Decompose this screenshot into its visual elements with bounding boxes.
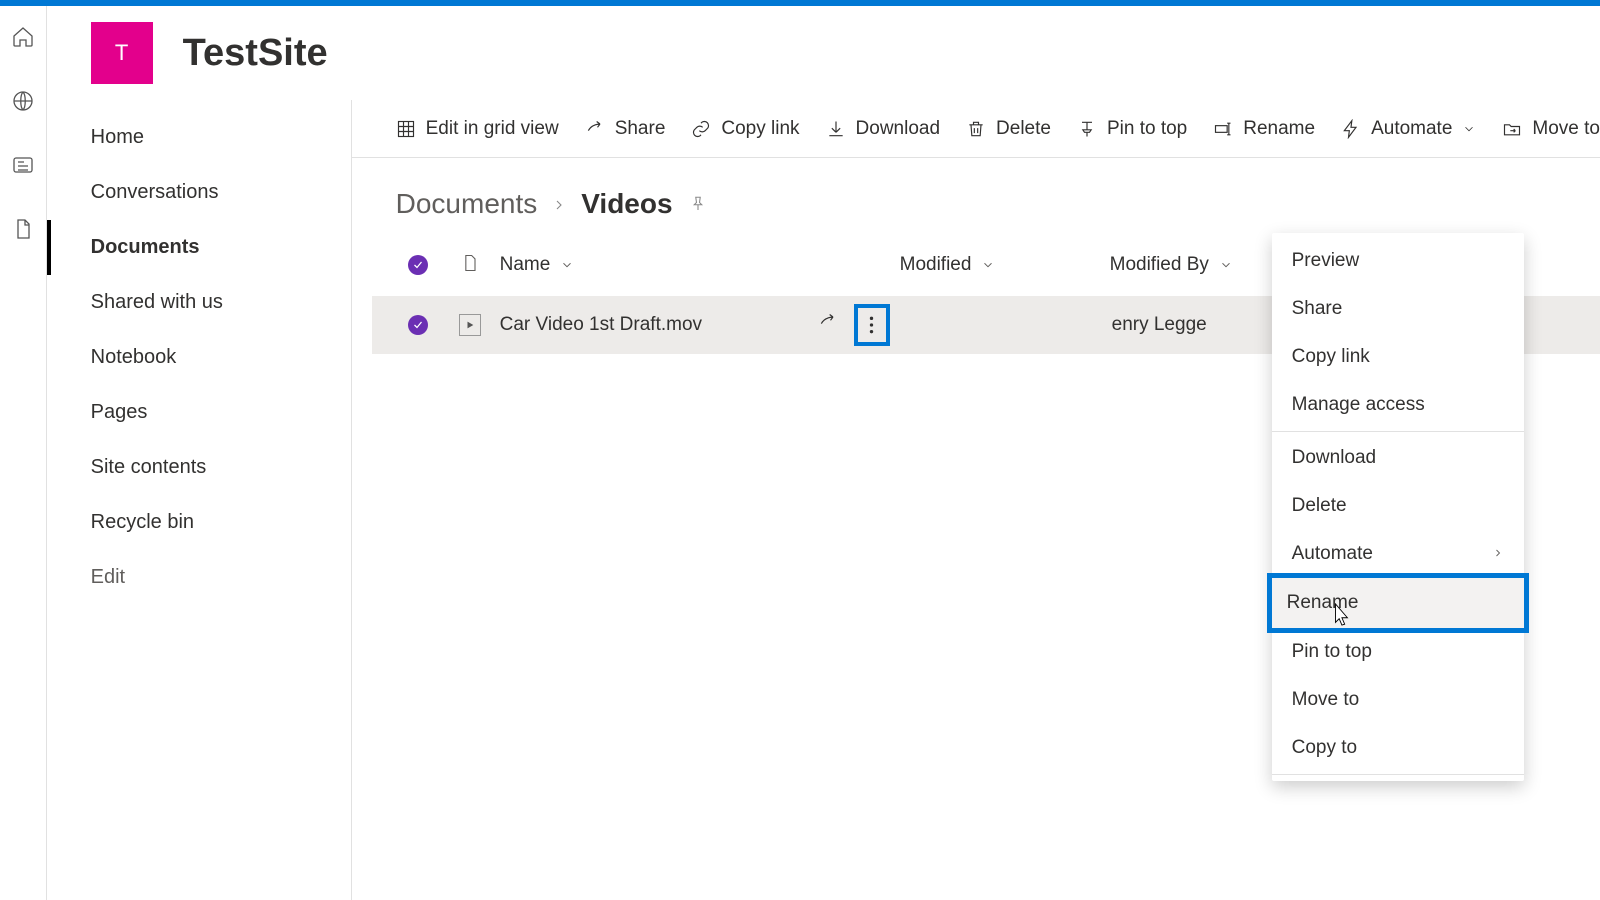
breadcrumb-root[interactable]: Documents [396,188,538,220]
menu-delete[interactable]: Delete [1272,482,1524,530]
row-more-button[interactable] [854,304,890,346]
menu-manage-access[interactable]: Manage access [1272,381,1524,429]
menu-pin-top-label: Pin to top [1292,641,1372,663]
cmd-delete[interactable]: Delete [966,118,1051,140]
cmd-automate[interactable]: Automate [1341,118,1476,140]
menu-share[interactable]: Share [1272,285,1524,333]
cmd-automate-label: Automate [1371,118,1452,140]
cmd-delete-label: Delete [996,118,1051,140]
command-bar: Edit in grid view Share Copy link Downlo… [352,100,1600,158]
globe-icon[interactable] [10,88,36,114]
cmd-download-label: Download [856,118,941,140]
menu-share-label: Share [1292,298,1343,320]
cmd-copy-link-label: Copy link [721,118,799,140]
sidenav-item-home[interactable]: Home [47,110,351,165]
video-file-icon [459,314,481,336]
chevron-down-icon [981,258,995,272]
cmd-download[interactable]: Download [826,118,941,140]
cmd-edit-grid[interactable]: Edit in grid view [396,118,559,140]
sidenav-item-pages[interactable]: Pages [47,385,351,440]
site-logo[interactable]: T [91,22,153,84]
site-header: T TestSite [47,6,1600,100]
menu-copy-to[interactable]: Copy to [1272,724,1524,772]
menu-copy-to-label: Copy to [1292,737,1357,759]
context-menu: Preview Share Copy link Manage access Do… [1272,233,1524,781]
home-icon[interactable] [10,24,36,50]
cmd-move-to[interactable]: Move to [1502,118,1600,140]
side-navigation: Home Conversations Documents Shared with… [47,100,351,900]
chevron-right-icon [1492,543,1504,565]
sidenav-item-notebook[interactable]: Notebook [47,330,351,385]
sidenav-item-recyclebin[interactable]: Recycle bin [47,495,351,550]
menu-move-to[interactable]: Move to [1272,676,1524,724]
menu-download-label: Download [1292,447,1377,469]
cmd-edit-grid-label: Edit in grid view [426,118,559,140]
breadcrumb-current: Videos [581,188,672,220]
column-modified[interactable]: Modified [900,254,1110,276]
menu-manage-access-label: Manage access [1292,394,1425,416]
cmd-rename[interactable]: Rename [1213,118,1315,140]
row-select-checkbox[interactable] [408,315,428,335]
cmd-rename-label: Rename [1243,118,1315,140]
chevron-down-icon [560,258,574,272]
select-all-checkbox[interactable] [408,255,428,275]
menu-automate[interactable]: Automate [1272,530,1524,578]
cmd-share[interactable]: Share [585,118,666,140]
menu-delete-label: Delete [1292,495,1347,517]
menu-move-to-label: Move to [1292,689,1360,711]
app-rail [0,6,47,900]
menu-copy-link-label: Copy link [1292,346,1370,368]
chevron-down-icon [1219,258,1233,272]
menu-rename-label: Rename [1287,592,1359,614]
column-modifiedby-label: Modified By [1110,254,1209,276]
menu-automate-label: Automate [1292,543,1373,565]
menu-preview[interactable]: Preview [1272,237,1524,285]
cmd-pin-top-label: Pin to top [1107,118,1187,140]
cmd-share-label: Share [615,118,666,140]
site-title[interactable]: TestSite [183,32,328,75]
column-modified-label: Modified [900,254,972,276]
menu-download[interactable]: Download [1272,434,1524,482]
menu-preview-label: Preview [1292,250,1360,272]
sidenav-item-sitecontents[interactable]: Site contents [47,440,351,495]
column-name[interactable]: Name [500,254,900,276]
menu-separator [1272,431,1524,432]
sidenav-item-shared[interactable]: Shared with us [47,275,351,330]
sidenav-edit-link[interactable]: Edit [47,550,351,605]
menu-pin-top[interactable]: Pin to top [1272,628,1524,676]
sidenav-item-documents[interactable]: Documents [47,220,351,275]
menu-rename[interactable]: Rename [1267,573,1529,633]
sidenav-item-conversations[interactable]: Conversations [47,165,351,220]
row-share-icon[interactable] [818,312,838,338]
chevron-right-icon [551,188,567,220]
menu-separator [1272,774,1524,775]
menu-copy-link[interactable]: Copy link [1272,333,1524,381]
column-name-label: Name [500,254,551,276]
cmd-pin-top[interactable]: Pin to top [1077,118,1187,140]
file-icon[interactable] [10,216,36,242]
news-icon[interactable] [10,152,36,178]
cmd-copy-link[interactable]: Copy link [691,118,799,140]
filetype-column-icon[interactable] [460,253,480,278]
breadcrumb-pin-icon[interactable] [687,188,707,220]
breadcrumb: Documents Videos [352,158,1600,234]
cmd-move-to-label: Move to [1532,118,1600,140]
row-file-name[interactable]: Car Video 1st Draft.mov [500,314,702,336]
